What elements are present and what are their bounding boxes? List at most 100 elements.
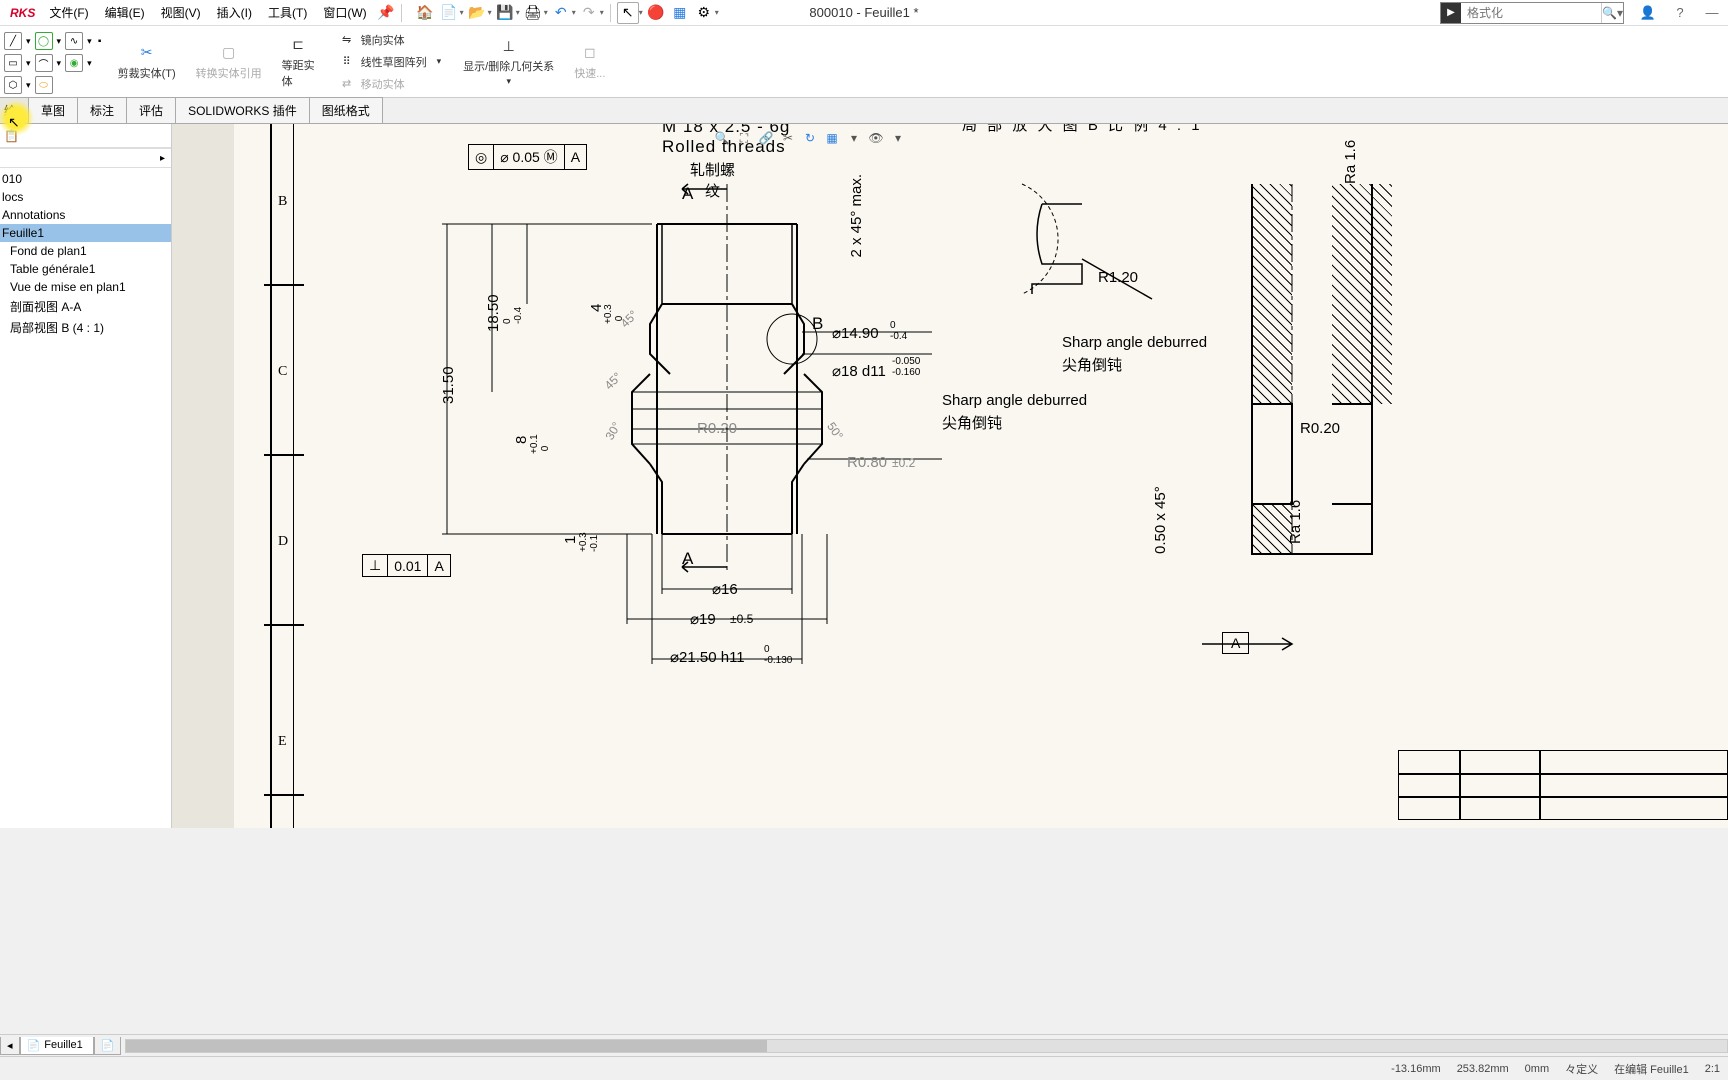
menu-tools[interactable]: 工具(T) xyxy=(260,4,315,21)
mirror-button[interactable]: ⇋镜向实体 xyxy=(329,29,450,51)
dim-8-tol: +0.1 0 xyxy=(529,434,551,454)
fcf-datum: A xyxy=(428,555,449,576)
tree-table[interactable]: Table générale1 xyxy=(0,260,171,278)
tree-section-aa[interactable]: 剖面视图 A-A xyxy=(0,296,171,317)
hide-show-icon[interactable]: ▾ xyxy=(844,128,864,148)
tab-annotate[interactable]: 标注 xyxy=(77,97,127,123)
menu-window[interactable]: 窗口(W) xyxy=(315,4,374,21)
menu-insert[interactable]: 插入(I) xyxy=(209,4,260,21)
section-ra16b: Ra 1.6 xyxy=(1287,500,1304,544)
hatch-area xyxy=(1332,184,1392,404)
document-title: 800010 - Feuille1 * xyxy=(809,5,918,20)
circle-icon[interactable]: ◯ xyxy=(35,32,53,50)
drawing-sheet xyxy=(234,124,1728,828)
menu-edit[interactable]: 编辑(E) xyxy=(97,4,153,21)
redo-icon[interactable]: ↷ xyxy=(578,2,600,24)
select-icon[interactable]: ↖ xyxy=(617,2,639,24)
undo-icon[interactable]: ↶ xyxy=(550,2,572,24)
horizontal-scrollbar[interactable] xyxy=(125,1039,1728,1053)
prev-view-icon[interactable]: 🔗 xyxy=(756,128,776,148)
spline-icon[interactable]: ∿ xyxy=(65,32,83,50)
linear-pattern-button[interactable]: ⠿线性草图阵列▾ xyxy=(329,51,450,73)
print-icon[interactable]: 🖨 xyxy=(522,2,544,24)
section-view-icon[interactable]: ✂ xyxy=(778,128,798,148)
detail-b-title-cn: 局 部 放 大 图 B 比 例 4 : 1 xyxy=(962,124,1203,135)
dim-d19-tol: ±0.5 xyxy=(730,612,753,626)
cursor-icon: ↖ xyxy=(8,114,20,131)
dim-d18: ⌀18 d11 xyxy=(832,362,886,380)
detail-sharp: Sharp angle deburred xyxy=(1062,334,1207,351)
detail-marker-b: B xyxy=(812,314,824,334)
dim-8: 8 xyxy=(513,436,530,444)
app-logo: RKS xyxy=(4,6,41,20)
status-y: 253.82mm xyxy=(1457,1063,1509,1075)
search-input[interactable] xyxy=(1461,6,1601,20)
status-edit: 在编辑 Feuille1 xyxy=(1614,1061,1689,1077)
settings-icon[interactable]: ⚙ xyxy=(693,2,715,24)
tree-detail-b[interactable]: 局部视图 B (4 : 1) xyxy=(0,317,171,338)
relations-button[interactable]: ⊥显示/删除几何关系▾ xyxy=(453,28,564,95)
tab-addins[interactable]: SOLIDWORKS 插件 xyxy=(175,97,310,123)
dim-d18-tol: -0.050 -0.160 xyxy=(892,356,920,378)
tree-annotations[interactable]: Annotations xyxy=(0,206,171,224)
fcf-symbol: ◎ xyxy=(469,145,494,169)
search-box: ▶ 🔍▾ xyxy=(1440,2,1624,24)
tree-collapse[interactable]: ▸ xyxy=(0,148,171,168)
side-ruler: B C D E xyxy=(270,124,294,828)
note-sharp1: Sharp angle deburred xyxy=(942,392,1087,409)
line-icon[interactable]: ╱ xyxy=(4,32,22,50)
zoom-area-icon[interactable]: ⛶ xyxy=(734,128,754,148)
rotate-view-icon[interactable]: ↻ xyxy=(800,128,820,148)
zoom-fit-icon[interactable]: 🔍 xyxy=(712,128,732,148)
hatch-area xyxy=(1252,504,1292,554)
tree-root[interactable]: 010 xyxy=(0,170,171,188)
tree-vue[interactable]: Vue de mise en plan1 xyxy=(0,278,171,296)
tab-evaluate[interactable]: 评估 xyxy=(126,97,176,123)
menu-file[interactable]: 文件(F) xyxy=(41,4,96,21)
dim-18-tol: 0 -0.4 xyxy=(502,307,524,324)
dim-r080-tol: ±0.2 xyxy=(892,456,915,470)
minimize-icon[interactable]: — xyxy=(1700,1,1724,25)
dot-icon[interactable]: ▪ xyxy=(96,32,104,50)
tree-sheet[interactable]: Feuille1 xyxy=(0,224,171,242)
dim-d21: ⌀21.50 h11 xyxy=(670,648,745,666)
dim-1: 1 xyxy=(562,536,579,544)
offset-button[interactable]: ⊏等距实 体 xyxy=(272,28,325,95)
arc-icon[interactable]: ⌒ xyxy=(35,54,53,72)
home-icon[interactable]: 🏠 xyxy=(414,2,436,24)
ellipse-icon[interactable]: ◉ xyxy=(65,54,83,72)
convert-button[interactable]: ▢转换实体引用 xyxy=(186,28,272,95)
open-icon[interactable]: 📂 xyxy=(466,2,488,24)
poly-icon[interactable]: ⬡ xyxy=(4,76,22,94)
tree-blocs[interactable]: locs xyxy=(0,188,171,206)
new-icon[interactable]: 📄 xyxy=(438,2,460,24)
slot-icon[interactable]: ⬭ xyxy=(35,76,53,94)
more-view-icon[interactable]: ▾ xyxy=(888,128,908,148)
sheet-add[interactable]: 📄 xyxy=(94,1037,122,1055)
menu-view[interactable]: 视图(V) xyxy=(153,4,209,21)
tab-sketch[interactable]: 草图 xyxy=(28,97,78,123)
drawing-canvas[interactable]: 🔍 ⛶ 🔗 ✂ ↻ ▦ ▾ 👁 ▾ B C D E xyxy=(172,124,1728,828)
pin-icon[interactable]: 📌 xyxy=(375,2,397,24)
save-icon[interactable]: 💾 xyxy=(494,2,516,24)
user-icon[interactable]: 👤 xyxy=(1636,1,1660,25)
edit-sheet-icon[interactable]: 👁 xyxy=(866,128,886,148)
help-icon[interactable]: ? xyxy=(1668,1,1692,25)
tree-fond[interactable]: Fond de plan1 xyxy=(0,242,171,260)
dim-d16: ⌀16 xyxy=(712,580,738,598)
sheet-tab-feuille1[interactable]: 📄Feuille1 xyxy=(20,1037,94,1055)
options-icon[interactable]: ▦ xyxy=(669,2,691,24)
status-scale: 2:1 xyxy=(1705,1063,1720,1075)
sheet-nav-left[interactable]: ◂ xyxy=(0,1037,20,1055)
move-button[interactable]: ⇄移动实体 xyxy=(329,73,450,95)
search-button[interactable]: 🔍▾ xyxy=(1601,3,1623,23)
rect-icon[interactable]: ▭ xyxy=(4,54,22,72)
sketch-tools-mini: ╱▾◯▾∿▾▪ ▭▾⌒▾◉▾ ⬡▾⬭ xyxy=(0,28,108,95)
tab-sheetformat[interactable]: 图纸格式 xyxy=(309,97,383,123)
quick-button[interactable]: ◻快速... xyxy=(564,28,615,95)
display-style-icon[interactable]: ▦ xyxy=(822,128,842,148)
dim-d14: ⌀14.90 xyxy=(832,324,879,342)
rebuild-icon[interactable]: 🔴 xyxy=(645,2,667,24)
trim-button[interactable]: ✂剪裁实体(T) xyxy=(108,28,186,95)
dim-r080: R0.80 xyxy=(847,454,887,471)
